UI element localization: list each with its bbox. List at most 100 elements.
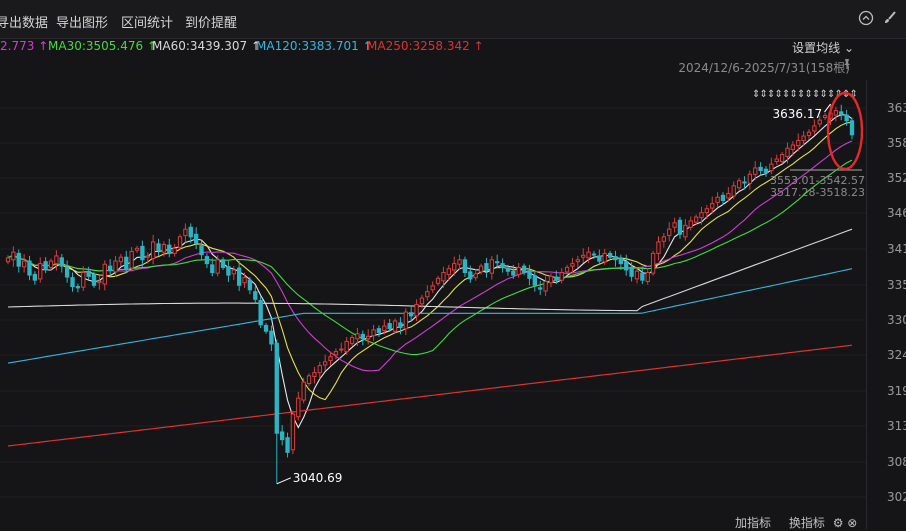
candle-body xyxy=(258,300,263,326)
candle-body xyxy=(613,256,618,261)
ma60-legend: MA60:3439.307 ↑ xyxy=(152,39,262,53)
candle-body xyxy=(27,260,32,276)
candle-body xyxy=(570,263,575,267)
ma5-line xyxy=(7,114,853,429)
candle-body xyxy=(140,245,145,261)
export-data-button[interactable]: 寻出数据 xyxy=(0,12,48,31)
y-tick-label: 341 xyxy=(887,242,906,256)
candle-body xyxy=(538,287,543,290)
range-label: 2024/12/6-2025/7/31(158根) xyxy=(678,61,850,75)
candle-body xyxy=(629,266,634,277)
candle-body xyxy=(624,261,629,271)
candle-body xyxy=(210,264,215,274)
candle-body xyxy=(204,256,210,265)
candle-body xyxy=(591,253,597,256)
candle-body xyxy=(339,348,344,351)
candle-body xyxy=(177,236,183,249)
export-chart-button[interactable]: 导出图形 xyxy=(56,12,108,31)
candle-body xyxy=(269,330,274,345)
candle-body xyxy=(435,277,441,284)
candle-body xyxy=(645,272,650,282)
candle-body xyxy=(328,356,333,362)
candle-body xyxy=(355,333,360,340)
ma250-line xyxy=(7,344,853,447)
candle-body xyxy=(387,323,392,330)
candle-body xyxy=(156,243,161,252)
ma120-line xyxy=(7,268,853,364)
chevron-up-circle-icon[interactable] xyxy=(856,10,876,30)
candle-body xyxy=(409,312,414,317)
candle-body xyxy=(462,259,468,274)
price-alert-button[interactable]: 到价提醒 xyxy=(185,12,237,31)
candle-body xyxy=(581,254,586,258)
candle-body xyxy=(575,259,581,263)
ma20-line xyxy=(7,140,853,372)
chart-toolbar: 寻出数据 导出图形 区间统计 到价提醒 xyxy=(0,0,906,39)
candle-body xyxy=(236,267,242,286)
candle-body xyxy=(392,320,398,332)
close-icon[interactable]: ⊗ xyxy=(847,516,857,530)
candle-body xyxy=(505,267,511,272)
candle-body xyxy=(376,328,382,333)
candle-body xyxy=(634,270,640,280)
candle-body xyxy=(586,251,591,259)
add-indicator-button[interactable]: 加指标 xyxy=(735,516,771,530)
interval-stats-button[interactable]: 区间统计 xyxy=(121,12,173,31)
candle-body xyxy=(844,114,849,122)
candle-body xyxy=(554,276,559,281)
candle-body xyxy=(607,252,613,258)
candlestick-chart[interactable]: 3636.173040.693553.01-3542.573517.28-351… xyxy=(0,0,906,529)
candle-body xyxy=(806,131,812,136)
candle-body xyxy=(199,245,204,256)
candle-body xyxy=(231,269,236,275)
candle-body xyxy=(726,192,731,199)
y-tick-label: 324 xyxy=(887,348,906,362)
candle-body xyxy=(564,266,570,273)
candle-body xyxy=(5,257,11,263)
gear-icon[interactable]: ⚙ xyxy=(833,516,844,530)
candle-body xyxy=(167,244,172,254)
low-marker-line xyxy=(276,477,291,485)
candle-body xyxy=(113,260,118,273)
candle-body xyxy=(511,270,516,276)
candle-body xyxy=(32,273,38,281)
pin-icon[interactable] xyxy=(840,58,854,73)
candle-body xyxy=(102,263,107,285)
candle-body xyxy=(188,226,193,238)
candle-body xyxy=(75,286,81,289)
candle-body xyxy=(683,224,688,238)
y-tick-label: 319 xyxy=(887,384,906,398)
candle-body xyxy=(618,257,624,265)
settings-ma-button[interactable]: 设置均线 ⌄ xyxy=(792,39,854,56)
candle-body xyxy=(371,329,376,337)
candle-body xyxy=(484,263,489,272)
candle-body xyxy=(693,216,699,223)
candle-body xyxy=(527,270,532,279)
y-tick-label: 330 xyxy=(887,313,906,327)
candle-body xyxy=(333,351,339,356)
low-price-label: 3040.69 xyxy=(293,471,343,485)
candle-body xyxy=(731,185,736,197)
candle-body xyxy=(172,247,177,254)
candle-body xyxy=(21,260,27,268)
candle-body xyxy=(124,256,129,270)
candle-body xyxy=(193,233,199,244)
ma250-legend: MA250:3258.342 ↑ xyxy=(367,39,484,53)
candle-body xyxy=(769,163,774,171)
candle-body xyxy=(516,266,521,275)
y-tick-label: 352 xyxy=(887,171,906,185)
candle-body xyxy=(715,196,720,203)
candle-body xyxy=(753,167,758,175)
candle-body xyxy=(349,337,355,344)
candle-body xyxy=(301,381,306,401)
candle-body xyxy=(279,431,285,441)
candle-body xyxy=(382,325,387,332)
candle-body xyxy=(64,266,70,278)
candle-body xyxy=(704,208,710,214)
candle-body xyxy=(11,251,16,261)
ma30-legend: MA30:3505.476 ↑ xyxy=(48,39,158,53)
brush-icon[interactable] xyxy=(880,10,900,30)
change-indicator-button[interactable]: 换指标 xyxy=(789,516,825,530)
candle-body xyxy=(785,147,790,157)
candle-body xyxy=(129,250,134,269)
